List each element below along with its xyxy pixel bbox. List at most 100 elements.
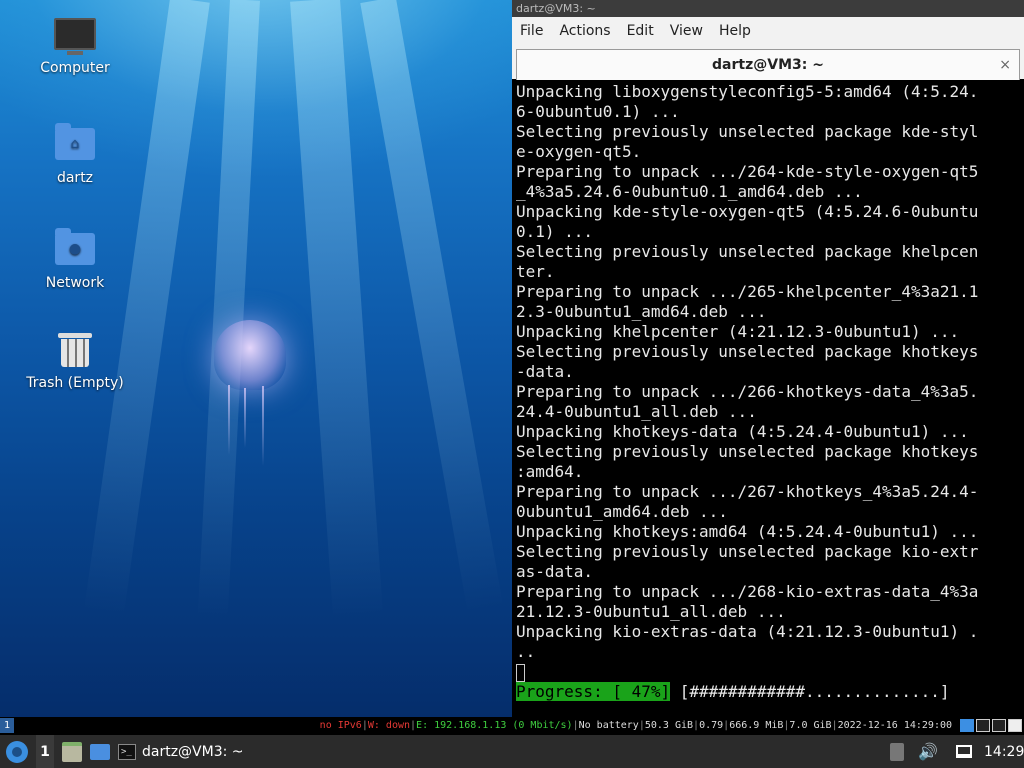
terminal-icon: >_ bbox=[118, 743, 136, 760]
status-ethernet: E: 192.168.1.13 (0 Mbit/s) bbox=[416, 720, 573, 731]
light-ray bbox=[290, 0, 384, 621]
terminal-line: 0.1) ... bbox=[516, 222, 594, 241]
tray-window-icon[interactable] bbox=[976, 719, 990, 732]
taskbar: 1 >_ dartz@VM3: ~ 🔊 14:29 bbox=[0, 735, 1024, 768]
volume-button[interactable]: 🔊 bbox=[918, 735, 938, 768]
terminal-output[interactable]: Unpacking liboxygenstyleconfig5-5:amd64 … bbox=[516, 82, 1002, 712]
volume-icon: 🔊 bbox=[918, 742, 938, 761]
start-menu-icon bbox=[6, 740, 28, 763]
menu-help[interactable]: Help bbox=[711, 17, 759, 45]
menu-bar: File Actions Edit View Help bbox=[512, 17, 1024, 45]
terminal-line: Selecting previously unselected package … bbox=[516, 242, 979, 261]
close-icon[interactable]: × bbox=[999, 50, 1011, 80]
desktop-icon-network[interactable]: ● Network bbox=[20, 228, 130, 291]
system-tray-button[interactable] bbox=[890, 735, 904, 768]
menu-actions[interactable]: Actions bbox=[551, 17, 618, 45]
tray-info-icon[interactable] bbox=[960, 719, 974, 732]
terminal-line: e-oxygen-qt5. bbox=[516, 142, 642, 161]
status-workspace[interactable]: 1 bbox=[0, 718, 14, 733]
light-ray bbox=[83, 0, 210, 617]
terminal-line: Preparing to unpack .../267-khotkeys_4%3… bbox=[516, 482, 979, 501]
menu-file[interactable]: File bbox=[512, 17, 551, 45]
status-ipv6: no IPv6 bbox=[319, 720, 362, 731]
terminal-tab[interactable]: dartz@VM3: ~ × bbox=[516, 49, 1020, 80]
workspace-switcher[interactable]: 1 bbox=[36, 735, 54, 768]
terminal-scrollbar[interactable] bbox=[1006, 82, 1024, 712]
network-folder-icon: ● bbox=[54, 228, 96, 269]
tentacle-decoration bbox=[244, 388, 246, 448]
terminal-line: 21.12.3-0ubuntu1_all.deb ... bbox=[516, 602, 786, 621]
status-disk: 50.3 GiB bbox=[644, 720, 694, 731]
network-button[interactable] bbox=[956, 735, 972, 768]
terminal-line: 2.3-0ubuntu1_amd64.deb ... bbox=[516, 302, 767, 321]
computer-icon bbox=[54, 18, 96, 55]
terminal-line: Preparing to unpack .../266-khotkeys-dat… bbox=[516, 382, 979, 401]
desktop-icon-home[interactable]: ⌂ dartz bbox=[20, 123, 130, 186]
taskbar-item-label: dartz@VM3: ~ bbox=[142, 743, 244, 760]
menu-view[interactable]: View bbox=[662, 17, 711, 45]
terminal-line: :amd64. bbox=[516, 462, 584, 481]
terminal-cursor bbox=[516, 664, 525, 682]
light-ray bbox=[197, 0, 260, 620]
show-desktop-icon bbox=[90, 743, 110, 760]
desktop-icon-label: Computer bbox=[40, 60, 110, 76]
terminal-line: Selecting previously unselected package … bbox=[516, 542, 979, 561]
status-memory-total: 7.0 GiB bbox=[789, 720, 832, 731]
desktop-icon-label: Trash (Empty) bbox=[26, 375, 124, 391]
terminal-line: Selecting previously unselected package … bbox=[516, 442, 979, 461]
terminal-window[interactable]: dartz@VM3: ~ File Actions Edit View Help… bbox=[512, 0, 1024, 717]
desktop-icon-label: dartz bbox=[56, 170, 94, 186]
tentacle-decoration bbox=[262, 386, 264, 466]
status-bar: 1 no IPv6|W: down|E: 192.168.1.13 (0 Mbi… bbox=[0, 717, 1024, 735]
status-load: 0.79 bbox=[699, 720, 724, 731]
terminal-line: Selecting previously unselected package … bbox=[516, 342, 979, 361]
terminal-line: Unpacking khelpcenter (4:21.12.3-0ubuntu… bbox=[516, 322, 960, 341]
show-desktop-button[interactable] bbox=[90, 735, 110, 768]
desktop-icon-trash[interactable]: Trash (Empty) bbox=[20, 333, 130, 391]
network-icon bbox=[956, 745, 972, 758]
window-titlebar[interactable]: dartz@VM3: ~ bbox=[512, 0, 1024, 17]
tray-note-icon[interactable] bbox=[1008, 719, 1022, 732]
terminal-line: as-data. bbox=[516, 562, 594, 581]
light-ray bbox=[360, 0, 504, 614]
file-manager-launcher[interactable] bbox=[62, 735, 82, 768]
progress-line: Progress: [ 47%] [############..........… bbox=[516, 682, 1002, 702]
terminal-line: 0ubuntu1_amd64.deb ... bbox=[516, 502, 728, 521]
desktop-icon-label: Network bbox=[45, 275, 105, 291]
progress-bar-text: [############..............] bbox=[670, 682, 950, 701]
terminal-line: Selecting previously unselected package … bbox=[516, 122, 979, 141]
terminal-line: 24.4-0ubuntu1_all.deb ... bbox=[516, 402, 757, 421]
terminal-line: Preparing to unpack .../268-kio-extras-d… bbox=[516, 582, 979, 601]
terminal-line: Preparing to unpack .../265-khelpcenter_… bbox=[516, 282, 979, 301]
status-battery: No battery bbox=[578, 720, 639, 731]
system-tray-icon bbox=[890, 742, 904, 761]
terminal-line: 6-0ubuntu0.1) ... bbox=[516, 102, 680, 121]
menu-edit[interactable]: Edit bbox=[619, 17, 662, 45]
tab-bar: dartz@VM3: ~ × bbox=[512, 45, 1024, 80]
desktop-icon-computer[interactable]: Computer bbox=[20, 18, 130, 76]
tentacle-decoration bbox=[228, 385, 230, 455]
terminal-line: ter. bbox=[516, 262, 555, 281]
terminal-cursor-line bbox=[516, 662, 1002, 682]
terminal-line: -data. bbox=[516, 362, 574, 381]
terminal-line: Unpacking kio-extras-data (4:21.12.3-0ub… bbox=[516, 622, 979, 641]
status-datetime: 2022-12-16 14:29:00 bbox=[837, 720, 952, 731]
file-manager-icon bbox=[62, 741, 82, 762]
taskbar-item-terminal[interactable]: >_ dartz@VM3: ~ bbox=[118, 735, 244, 768]
terminal-line: Preparing to unpack .../264-kde-style-ox… bbox=[516, 162, 979, 181]
terminal-line: .. bbox=[516, 642, 536, 661]
status-wifi: W: down bbox=[367, 720, 411, 731]
terminal-line: Unpacking khotkeys:amd64 (4:5.24.4-0ubun… bbox=[516, 522, 979, 541]
terminal-line: Unpacking liboxygenstyleconfig5-5:amd64 … bbox=[516, 82, 979, 101]
start-menu-button[interactable] bbox=[6, 735, 28, 768]
jellyfish-decoration bbox=[214, 320, 286, 390]
progress-label: Progress: [ 47%] bbox=[516, 682, 671, 701]
terminal-line: Unpacking kde-style-oxygen-qt5 (4:5.24.6… bbox=[516, 202, 979, 221]
trash-icon bbox=[54, 333, 96, 369]
terminal-line: _4%3a5.24.6-0ubuntu0.1_amd64.deb ... bbox=[516, 182, 863, 201]
status-memory: 666.9 MiB bbox=[729, 720, 784, 731]
taskbar-clock[interactable]: 14:29 bbox=[984, 735, 1024, 768]
terminal-line: Unpacking khotkeys-data (4:5.24.4-0ubunt… bbox=[516, 422, 969, 441]
tray-display-icon[interactable] bbox=[992, 719, 1006, 732]
tab-title: dartz@VM3: ~ bbox=[712, 57, 824, 73]
